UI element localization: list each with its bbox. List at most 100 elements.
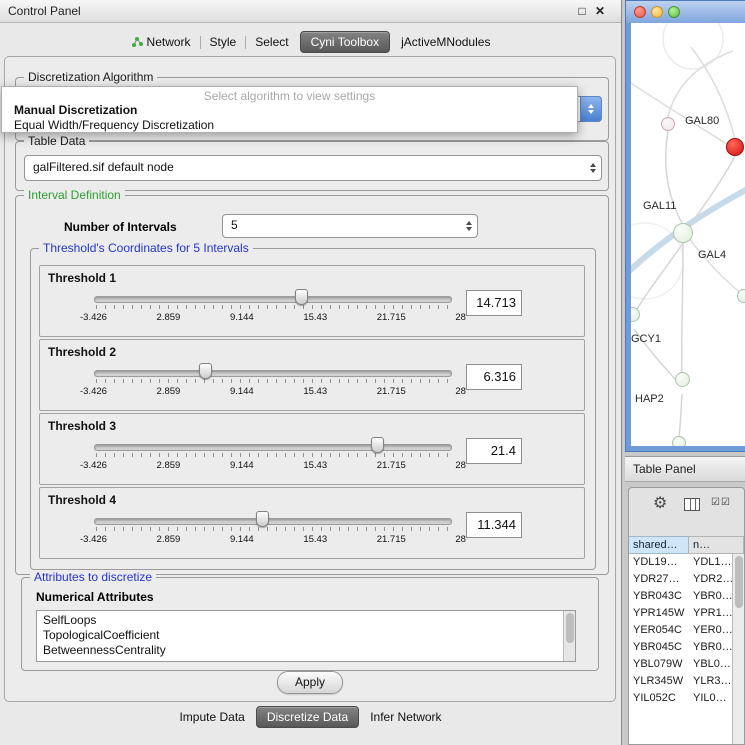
window-close-button[interactable] [634, 6, 646, 18]
cell[interactable]: YPR145W [629, 605, 689, 622]
columns-icon[interactable] [684, 498, 700, 511]
table-data-select[interactable]: galFiltered.sif default node [24, 155, 602, 181]
tab-impute-data[interactable]: Impute Data [171, 707, 252, 727]
slider-thumb[interactable] [371, 437, 384, 453]
table-row[interactable]: YLR345WYLR3… [629, 673, 732, 690]
table-scrollbar[interactable] [732, 554, 744, 744]
tab-label: Select [255, 35, 288, 49]
table-row[interactable]: YBR045CYBR0… [629, 639, 732, 656]
tab-label: jActiveMNodules [401, 35, 490, 49]
table-row[interactable]: YIL052CYIL0… [629, 690, 732, 707]
tab-discretize-data[interactable]: Discretize Data [256, 706, 359, 728]
network-node[interactable] [675, 372, 690, 387]
cell[interactable]: YER054C [629, 622, 689, 639]
threshold-slider[interactable] [94, 440, 452, 458]
network-node[interactable] [672, 436, 686, 446]
gear-icon[interactable]: ⚙ [653, 495, 667, 513]
cell[interactable]: YBR0… [689, 639, 732, 656]
cell[interactable]: YDL19… [629, 554, 689, 571]
cell[interactable]: YDR27… [629, 571, 689, 588]
threshold-value-field[interactable]: 21.4 [466, 438, 522, 464]
slider-thumb[interactable] [256, 511, 269, 527]
cell[interactable]: YBL079W [629, 656, 689, 673]
cell[interactable]: YIL0… [689, 690, 732, 707]
scrollbar-thumb[interactable] [566, 613, 574, 643]
slider-track[interactable] [94, 444, 452, 451]
scale-tick-label: 15.43 [303, 534, 327, 545]
thresholds-group: Threshold's Coordinates for 5 Intervals … [30, 248, 596, 570]
threshold-panel: Threshold 2 -3.426 2.859 9.144 15.43 21.… [39, 339, 585, 411]
threshold-slider[interactable] [94, 292, 452, 310]
window-minimize-button[interactable] [651, 6, 663, 18]
cell[interactable]: YBL0… [689, 656, 732, 673]
num-intervals-select[interactable]: 5 [222, 214, 478, 238]
network-canvas[interactable]: GAL80 GAL11 GAL4 GCY1 HAP2 [631, 23, 745, 446]
list-scrollbar[interactable] [563, 611, 575, 661]
slider-track[interactable] [94, 296, 452, 303]
threshold-value-field[interactable]: 6.316 [466, 364, 522, 390]
network-node[interactable] [673, 223, 693, 243]
threshold-value-field[interactable]: 11.344 [466, 512, 522, 538]
cell[interactable]: YLR345W [629, 673, 689, 690]
table-row[interactable]: YER054CYER0… [629, 622, 732, 639]
threshold-slider[interactable] [94, 366, 452, 384]
tab-infer-network[interactable]: Infer Network [362, 707, 449, 727]
slider-track[interactable] [94, 518, 452, 525]
cell[interactable]: YIL052C [629, 690, 689, 707]
tab-divider [200, 36, 201, 49]
threshold-slider[interactable] [94, 514, 452, 532]
scale-tick-label: -3.426 [80, 386, 107, 397]
tab-select[interactable]: Select [247, 32, 296, 52]
network-node[interactable] [737, 289, 745, 303]
stepper-icon[interactable] [464, 221, 473, 231]
cell[interactable]: YBR043C [629, 588, 689, 605]
tab-network[interactable]: Network [123, 32, 199, 52]
float-window-icon[interactable]: □ [574, 2, 590, 20]
chevron-down-icon [590, 169, 596, 173]
cell[interactable]: YPR1… [689, 605, 732, 622]
list-item[interactable]: SelfLoops [37, 613, 575, 628]
scale-tick-label: 21.715 [377, 386, 406, 397]
checkbox-icons[interactable]: ☑☑ [711, 497, 731, 508]
stepper-icon[interactable] [580, 96, 602, 122]
group-label: Threshold's Coordinates for 5 Intervals [39, 241, 253, 255]
tab-label: Infer Network [370, 710, 441, 724]
threshold-label: Threshold 3 [48, 419, 116, 433]
table-row[interactable]: YDR27…YDR2… [629, 571, 732, 588]
cell[interactable]: YBR045C [629, 639, 689, 656]
network-window-titlebar[interactable] [626, 1, 745, 23]
tab-jactivemnodules[interactable]: jActiveMNodules [393, 32, 498, 52]
cell[interactable]: YDL1… [689, 554, 732, 571]
slider-thumb[interactable] [199, 363, 212, 379]
network-node-selected[interactable] [726, 138, 744, 156]
slider-track[interactable] [94, 370, 452, 377]
list-item[interactable]: TopologicalCoefficient [37, 628, 575, 643]
cell[interactable]: YER0… [689, 622, 732, 639]
network-node[interactable] [661, 117, 675, 131]
column-header-shared[interactable]: shared… [629, 536, 689, 554]
apply-button[interactable]: Apply [277, 671, 343, 694]
close-icon[interactable]: ✕ [592, 2, 608, 20]
cell[interactable]: YLR3… [689, 673, 732, 690]
tab-cyni-toolbox[interactable]: Cyni Toolbox [300, 31, 390, 53]
scrollbar-thumb[interactable] [735, 556, 743, 608]
table-row[interactable]: YBL079WYBL0… [629, 656, 732, 673]
dropdown-option-manual[interactable]: Manual Discretization [2, 103, 577, 118]
threshold-value-field[interactable]: 14.713 [466, 290, 522, 316]
stepper-icon[interactable] [588, 163, 597, 173]
tick-marks [96, 453, 452, 457]
cell[interactable]: YDR2… [689, 571, 732, 588]
table-row[interactable]: YPR145WYPR1… [629, 605, 732, 622]
column-header-name[interactable]: n… [689, 536, 744, 554]
cell[interactable]: YBR0… [689, 588, 732, 605]
table-row[interactable]: YBR043CYBR0… [629, 588, 732, 605]
tab-style[interactable]: Style [202, 32, 245, 52]
window-zoom-button[interactable] [668, 6, 680, 18]
tab-label: Impute Data [179, 710, 244, 724]
slider-thumb[interactable] [295, 289, 308, 305]
dropdown-option-equal-width[interactable]: Equal Width/Frequency Discretization [2, 118, 577, 133]
scale-tick-label: 9.144 [230, 534, 254, 545]
table-row[interactable]: YDL19…YDL1… [629, 554, 732, 571]
attributes-list[interactable]: SelfLoops TopologicalCoefficient Between… [36, 610, 576, 662]
list-item[interactable]: BetweennessCentrality [37, 643, 575, 658]
